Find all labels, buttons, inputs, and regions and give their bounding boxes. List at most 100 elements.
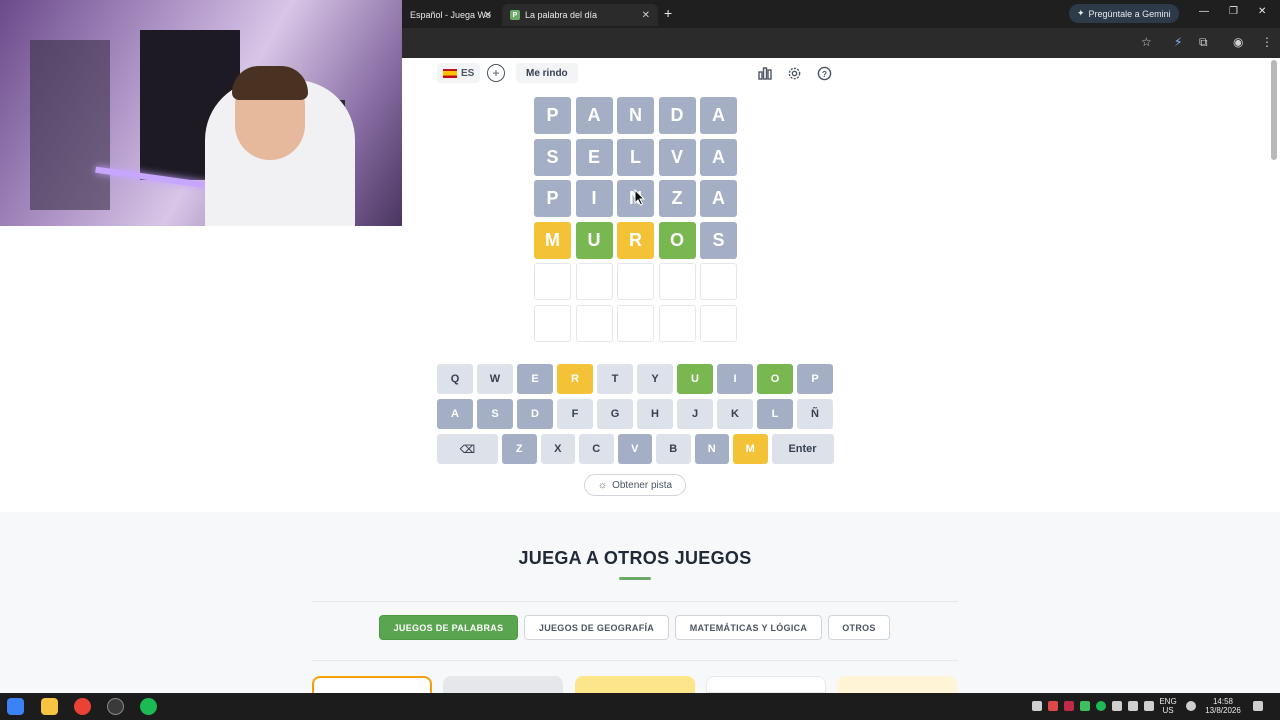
browser-tab-1[interactable]: Español - Juega Wo ✕ (402, 4, 500, 26)
background-poster (30, 40, 110, 210)
game-card[interactable] (312, 676, 432, 693)
key-v[interactable]: V (617, 434, 652, 464)
board-tile: A (700, 97, 737, 134)
key-r[interactable]: R (557, 364, 593, 394)
lightbulb-icon: ☼ (597, 479, 608, 491)
stats-icon[interactable] (755, 63, 775, 83)
lang-code: ENG (1159, 697, 1177, 706)
game-card[interactable] (443, 676, 563, 693)
backspace-key[interactable]: ⌫ (437, 434, 498, 464)
spotify-tray-icon[interactable] (1096, 701, 1106, 711)
key-m[interactable]: M (733, 434, 768, 464)
enter-key[interactable]: Enter (771, 434, 834, 464)
board-tile: P (534, 97, 571, 134)
key-t[interactable]: T (597, 364, 633, 394)
board-tile (658, 304, 696, 342)
tray-app-icon[interactable] (1064, 701, 1074, 711)
browser-menu-icon[interactable]: ⋮ (1261, 35, 1273, 49)
board-tile (575, 304, 613, 342)
section-divider (312, 660, 958, 661)
new-tab-icon[interactable]: + (664, 5, 672, 21)
app-icon[interactable] (107, 698, 124, 715)
microphone-icon[interactable] (1032, 701, 1042, 711)
key-d[interactable]: D (517, 399, 553, 429)
tray-app-icon[interactable] (1080, 701, 1090, 711)
input-language[interactable]: ENG US (1157, 697, 1179, 715)
key-k[interactable]: K (717, 399, 753, 429)
key-x[interactable]: X (540, 434, 575, 464)
key-z[interactable]: Z (502, 434, 537, 464)
profile-avatar-icon[interactable]: ◉ (1233, 35, 1243, 49)
game-card[interactable] (706, 676, 826, 693)
board-tile: M (534, 221, 571, 259)
mouse-cursor-icon (634, 189, 646, 206)
tray-app-icon[interactable] (1048, 701, 1058, 711)
key-e[interactable]: E (517, 364, 553, 394)
key-h[interactable]: H (637, 399, 673, 429)
translate-icon[interactable]: ⚡ (1174, 35, 1182, 49)
settings-gear-icon[interactable] (784, 63, 804, 83)
key-p[interactable]: P (797, 364, 833, 394)
key-o[interactable]: O (757, 364, 793, 394)
clock-time: 14:58 (1212, 697, 1234, 706)
extensions-icon[interactable]: ⧉ (1199, 35, 1208, 50)
game-card[interactable] (837, 676, 957, 693)
key-w[interactable]: W (477, 364, 513, 394)
filter-others[interactable]: OTROS (828, 615, 890, 640)
notifications-icon[interactable] (1253, 701, 1263, 711)
key-c[interactable]: C (579, 434, 614, 464)
chrome-icon[interactable] (74, 698, 91, 715)
key-u[interactable]: U (677, 364, 713, 394)
restore-icon[interactable]: ❐ (1229, 6, 1238, 17)
tab-title: La palabra del día (525, 10, 598, 20)
gemini-button[interactable]: ✦ Pregúntale a Gemini (1069, 4, 1179, 23)
filter-math-logic[interactable]: MATEMÁTICAS Y LÓGICA (675, 615, 822, 640)
key-g[interactable]: G (597, 399, 633, 429)
close-tab-icon[interactable]: ✕ (484, 10, 492, 21)
webcam-overlay (0, 0, 402, 226)
page-scrollbar[interactable] (1271, 60, 1277, 160)
clock-date: 13/8/2026 (1205, 706, 1241, 715)
key-l[interactable]: L (757, 399, 793, 429)
keyboard-row-1: QWERTYUIOP (437, 364, 833, 394)
close-tab-icon[interactable]: ✕ (642, 10, 650, 21)
close-window-icon[interactable]: ✕ (1258, 6, 1266, 17)
game-card[interactable] (575, 676, 695, 693)
key-i[interactable]: I (717, 364, 753, 394)
spotify-icon[interactable] (140, 698, 157, 715)
key-b[interactable]: B (656, 434, 691, 464)
lang-region: US (1162, 706, 1174, 715)
volume-icon[interactable] (1128, 701, 1138, 711)
filter-geography-games[interactable]: JUEGOS DE GEOGRAFÍA (524, 615, 669, 640)
key-ñ[interactable]: Ñ (797, 399, 833, 429)
give-up-button[interactable]: Me rindo (516, 63, 578, 83)
key-q[interactable]: Q (437, 364, 473, 394)
key-a[interactable]: A (437, 399, 473, 429)
hint-label: Obtener pista (612, 479, 673, 491)
board-tile (658, 263, 696, 300)
key-j[interactable]: J (677, 399, 713, 429)
language-selector[interactable]: ES (437, 63, 481, 83)
board-tile: U (575, 221, 613, 259)
key-f[interactable]: F (557, 399, 593, 429)
settings-tray-icon[interactable] (1186, 701, 1196, 711)
board-tile: O (658, 221, 696, 259)
clock[interactable]: 14:58 13/8/2026 (1200, 697, 1246, 715)
browser-tab-2[interactable]: P La palabra del día ✕ (502, 4, 658, 26)
filter-word-games[interactable]: JUEGOS DE PALABRAS (379, 615, 518, 640)
key-s[interactable]: S (477, 399, 513, 429)
file-explorer-icon[interactable] (41, 698, 58, 715)
key-y[interactable]: Y (637, 364, 673, 394)
section-divider (312, 601, 958, 602)
minimize-icon[interactable]: — (1199, 6, 1209, 17)
help-icon[interactable]: ? (814, 63, 834, 83)
new-game-plus-icon[interactable]: + (487, 64, 505, 82)
tray-app-icon[interactable] (1112, 701, 1122, 711)
network-icon[interactable] (1144, 701, 1154, 711)
title-underline (619, 577, 651, 580)
board-tile (534, 263, 571, 300)
bookmark-star-icon[interactable]: ☆ (1141, 35, 1152, 49)
windows-start-icon[interactable] (7, 698, 24, 715)
key-n[interactable]: N (694, 434, 729, 464)
get-hint-button[interactable]: ☼ Obtener pista (584, 474, 686, 496)
